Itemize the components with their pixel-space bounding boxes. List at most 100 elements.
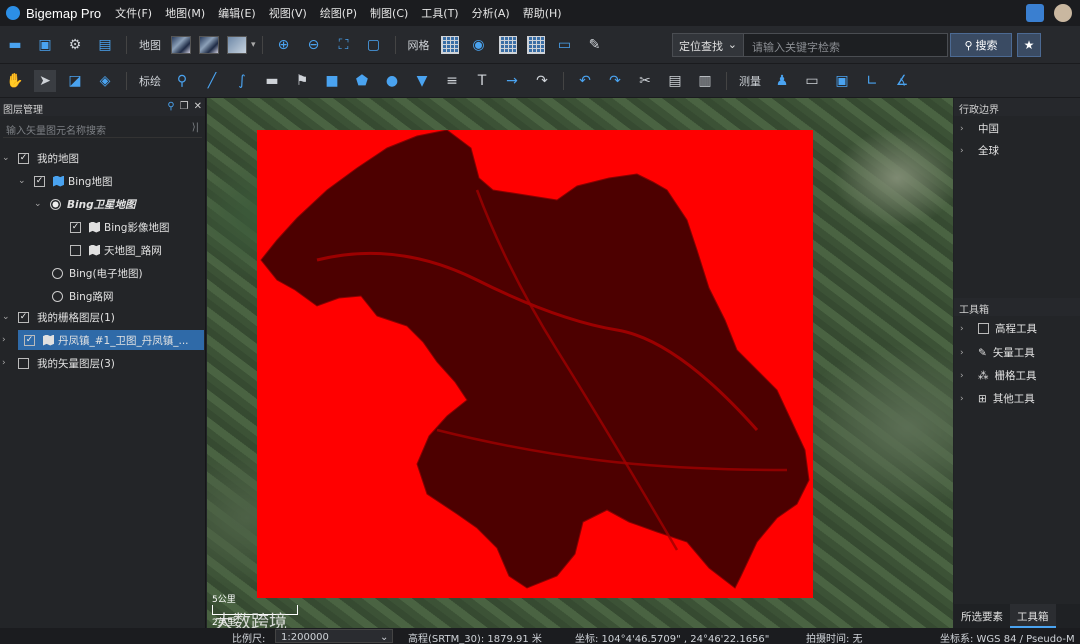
distance-ruler-icon[interactable]: ▭ [801,70,823,92]
select-box-icon[interactable]: ◪ [64,70,86,92]
checkbox-unchecked[interactable] [18,357,29,369]
menu-analysis[interactable]: 分析(A) [472,5,510,21]
admin-item-global[interactable]: › 全球 [960,143,999,158]
tree-item-bing-map[interactable]: ⌄ ✓ Bing地图 [18,171,112,191]
tree-item-my-map[interactable]: ⌄ ✓ 我的地图 [2,148,79,168]
feature-info-icon[interactable]: ◈ [94,70,116,92]
marker-pin-icon[interactable]: ⚲ [171,70,193,92]
image-icon[interactable]: ▤ [94,34,116,56]
chevron-right-icon[interactable]: › [2,358,12,368]
select-arrow-icon[interactable]: ➤ [34,69,56,92]
settings-gear-icon[interactable]: ⚙ [64,34,86,56]
checkbox-unchecked[interactable] [70,244,81,256]
grid-sheet-icon[interactable] [526,35,545,54]
chevron-down-icon[interactable]: ⌄ [34,199,44,209]
curve-line-icon[interactable]: ∫ [231,70,253,92]
toolbox-item-raster[interactable]: › ⁂ 栅格工具 [960,368,1037,383]
undo-icon[interactable]: ↶ [574,70,596,92]
favorite-star-button[interactable]: ★ [1017,33,1041,57]
checkbox-checked[interactable]: ✓ [18,152,29,164]
pan-hand-icon[interactable]: ✋ [4,70,26,92]
tree-item-danfeng-raster[interactable]: › ✓ 丹凤镇_#1_卫图_丹凤镇_... [2,330,204,350]
map-canvas[interactable]: 5公里 2英里 大数跨境 [207,98,953,628]
utm-grid-icon[interactable]: ◉ [468,34,490,56]
menu-file[interactable]: 文件(F) [115,5,152,21]
text-icon[interactable]: T [471,70,493,92]
folder-icon[interactable]: ▭ [554,34,576,56]
checkbox-checked[interactable]: ✓ [18,311,29,323]
layer-search-input[interactable]: 输入矢量图元名称搜索 ⟩| [3,118,202,138]
chevron-right-icon[interactable]: › [960,124,970,134]
zoom-out-icon[interactable]: ⊖ [303,34,325,56]
scale-select[interactable]: 1:200000 ⌄ [275,629,393,643]
search-input[interactable]: 请输入关键字检索 [744,33,948,57]
float-window-icon[interactable]: ❐ [180,101,189,113]
menu-help[interactable]: 帮助(H) [523,5,562,21]
brush-clear-icon[interactable]: ✎ [584,34,606,56]
flag-shape-icon[interactable]: ⚑ [291,70,313,92]
tree-item-vector-layers[interactable]: › 我的矢量图层(3) [2,353,115,373]
azimuth-icon[interactable]: ∡ [891,70,913,92]
circle-icon[interactable]: ● [381,70,403,92]
paste-icon[interactable]: ▥ [694,70,716,92]
triangle-icon[interactable]: ▼ [411,70,433,92]
polygon-icon[interactable]: ⬟ [351,70,373,92]
menu-draw[interactable]: 绘图(P) [320,5,357,21]
chevron-right-icon[interactable]: › [2,335,12,345]
chevron-right-icon[interactable]: › [960,371,970,381]
satellite-map-alt-icon[interactable] [199,35,219,54]
map-dropdown-chevron-icon[interactable]: ▾ [251,40,256,50]
message-icon[interactable] [1026,4,1044,22]
line-style-icon[interactable]: ≡ [441,70,463,92]
menu-map[interactable]: 地图(M) [165,5,205,21]
menu-tools[interactable]: 工具(T) [421,5,458,21]
tab-selected-features[interactable]: 所选要素 [954,604,1010,628]
radio-unselected[interactable] [52,290,63,302]
collapse-panel-icon[interactable]: ⟩| [192,122,199,133]
square-icon[interactable]: ■ [321,70,343,92]
terrain-map-icon[interactable] [227,35,247,54]
toolbox-item-elevation[interactable]: › 高程工具 [960,321,1037,336]
chevron-right-icon[interactable]: › [960,146,970,156]
tab-toolbox[interactable]: 工具箱 [1010,604,1056,628]
redo-icon[interactable]: ↷ [604,70,626,92]
menu-view[interactable]: 视图(V) [269,5,307,21]
scissors-icon[interactable]: ✂ [634,70,656,92]
menu-cartography[interactable]: 制图(C) [370,5,408,21]
save-icon[interactable]: ▣ [34,34,56,56]
radio-selected[interactable] [50,198,61,210]
tree-item-bing-roads[interactable]: Bing路网 [52,286,113,306]
toolbox-item-other[interactable]: › ⊞ 其他工具 [960,391,1035,406]
polyline-icon[interactable]: ╱ [201,70,223,92]
grid-tiles-icon[interactable] [498,35,517,54]
grid-icon[interactable] [440,35,459,54]
toolbox-item-vector[interactable]: › ✎ 矢量工具 [960,345,1035,360]
user-avatar[interactable] [1054,4,1072,22]
chevron-right-icon[interactable]: › [960,394,970,404]
radio-unselected[interactable] [52,267,63,279]
person-location-icon[interactable]: ♟ [771,70,793,92]
satellite-map-icon[interactable] [171,35,191,54]
tree-item-bing-electronic[interactable]: Bing(电子地图) [52,263,143,283]
tree-item-bing-satellite[interactable]: ⌄ Bing卫星地图 [34,194,136,214]
copy-icon[interactable]: ▤ [664,70,686,92]
locate-select[interactable]: 定位查找 ⌄ [672,33,744,57]
chevron-down-icon[interactable]: ⌄ [18,176,28,186]
menu-edit[interactable]: 编辑(E) [218,5,256,21]
checkbox-checked[interactable]: ✓ [34,175,45,187]
rectangle-icon[interactable]: ▬ [261,70,283,92]
full-extent-icon[interactable]: ▢ [363,34,385,56]
checkbox-checked[interactable]: ✓ [70,221,81,233]
tree-item-bing-imagery[interactable]: ✓ Bing影像地图 [70,217,169,237]
admin-item-china[interactable]: › 中国 [960,121,999,136]
checkbox-checked[interactable]: ✓ [24,334,35,346]
close-icon[interactable]: ✕ [194,101,202,113]
fit-extent-icon[interactable]: ⛶ [333,34,355,56]
arrow-right-icon[interactable]: → [501,70,523,92]
chevron-right-icon[interactable]: › [960,324,970,334]
open-folder-icon[interactable]: ▬ [4,34,26,56]
tree-item-raster-layers[interactable]: ⌄ ✓ 我的栅格图层(1) [2,307,115,327]
angle-icon[interactable]: ∟ [861,70,883,92]
search-button[interactable]: ⚲ 搜索 [950,33,1012,57]
curved-arrow-icon[interactable]: ↷ [531,70,553,92]
